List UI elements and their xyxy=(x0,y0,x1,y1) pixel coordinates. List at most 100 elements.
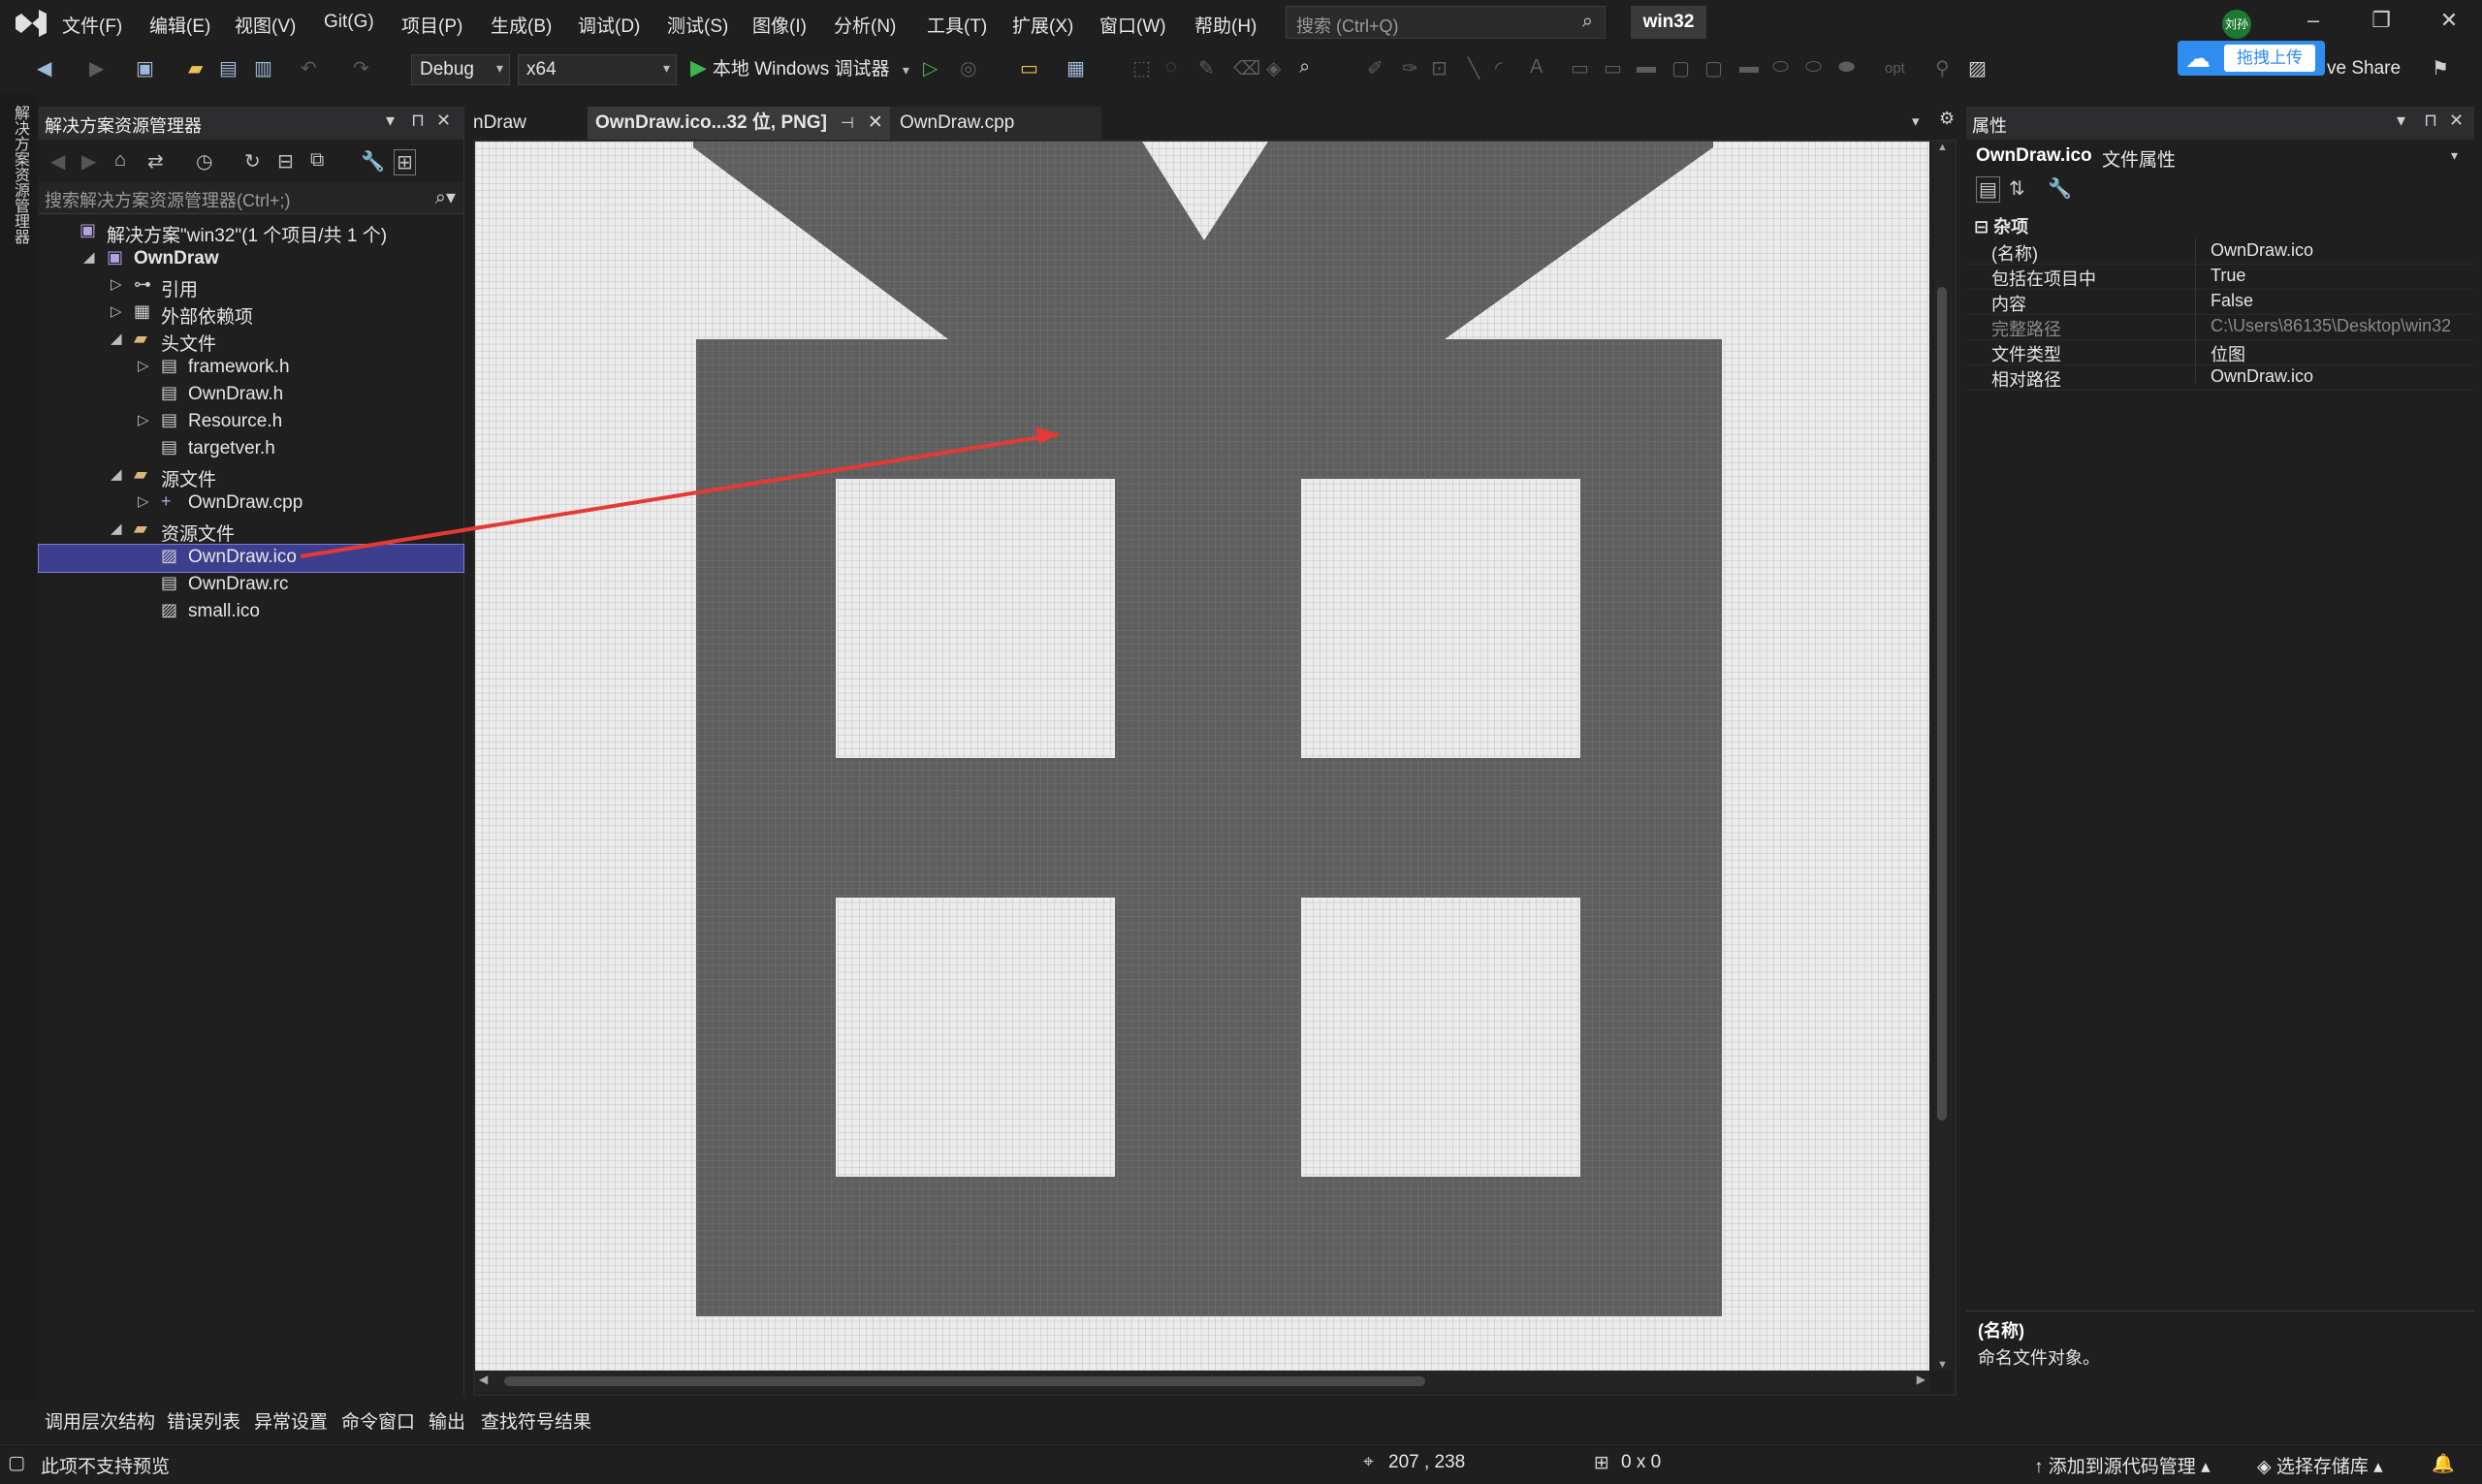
expanded-arrow-icon[interactable]: ◢ xyxy=(83,248,95,266)
solution-search-input[interactable]: 搜索解决方案资源管理器(Ctrl+;) ⌕▾ xyxy=(39,182,463,214)
avatar[interactable]: 刘孙 xyxy=(2222,10,2251,39)
property-row[interactable]: 相对路径 OwnDraw.ico xyxy=(1966,364,2474,391)
text-tool-icon[interactable]: A xyxy=(1530,56,1543,79)
image-properties-icon[interactable]: ▨ xyxy=(1968,56,1987,80)
property-value[interactable]: OwnDraw.ico xyxy=(2211,366,2472,387)
close-icon[interactable]: ✕ xyxy=(868,112,883,133)
new-project-icon[interactable]: ▣ xyxy=(136,56,154,80)
property-row[interactable]: 包括在项目中 True xyxy=(1966,264,2474,290)
visual-studio-logo-icon[interactable] xyxy=(14,8,48,39)
pin-icon[interactable]: ⊣ xyxy=(841,115,854,132)
ellipse-icon[interactable]: ⬭ xyxy=(1772,56,1789,79)
hot-reload-icon[interactable]: ◎ xyxy=(960,56,976,80)
live-share-button[interactable]: ve Share xyxy=(2327,58,2401,79)
gear-icon[interactable]: ⚙ xyxy=(1939,109,1955,129)
tree-item[interactable]: ◢ ▰ 头文件 xyxy=(39,328,463,355)
property-row[interactable]: (名称) OwnDraw.ico xyxy=(1966,238,2474,265)
scroll-left-icon[interactable]: ◀ xyxy=(479,1373,488,1386)
chevron-down-icon[interactable]: ▾ xyxy=(2397,111,2405,131)
tab-owndraw-cpp[interactable]: OwnDraw.cpp xyxy=(890,107,1101,140)
tree-item[interactable]: ▤ targetver.h xyxy=(39,436,463,463)
start-debugging-button[interactable]: ▶ 本地 Windows 调试器 ▾ xyxy=(690,54,909,80)
menu-item[interactable]: 图像(I) xyxy=(752,12,807,38)
properties-object-selector[interactable]: OwnDraw.ico 文件属性 ▾ xyxy=(1966,142,2474,171)
expanded-arrow-icon[interactable]: ◢ xyxy=(111,330,122,347)
collapsed-arrow-icon[interactable]: ▷ xyxy=(111,302,122,320)
menu-item[interactable]: Git(G) xyxy=(324,12,374,33)
tab-output[interactable]: 输出 xyxy=(429,1407,465,1434)
save-all-icon[interactable]: ▥ xyxy=(254,56,272,80)
pen-icon[interactable]: ✐ xyxy=(1367,56,1384,80)
upload-button[interactable]: ☁ 拖拽上传 xyxy=(2178,41,2325,76)
tree-item[interactable]: ◢ ▣ OwnDraw xyxy=(39,246,463,273)
tab-owndraw-ico[interactable]: OwnDraw.ico...32 位, PNG] ⊣ ✕ xyxy=(588,107,893,140)
filled-ellipse-icon[interactable]: ⬭ xyxy=(1805,56,1822,79)
menu-item[interactable]: 扩展(X) xyxy=(1012,12,1073,38)
tree-item[interactable]: ▨ OwnDraw.ico xyxy=(38,544,464,573)
scroll-down-icon[interactable]: ▼ xyxy=(1937,1359,1948,1371)
property-value[interactable]: OwnDraw.ico xyxy=(2211,240,2472,261)
tree-item[interactable]: ▷ ⊶ 引用 xyxy=(39,273,463,300)
property-value[interactable]: True xyxy=(2211,266,2472,286)
solution-name-badge[interactable]: win32 xyxy=(1631,6,1706,39)
start-without-debug-icon[interactable]: ▷ xyxy=(923,56,938,80)
collapsed-arrow-icon[interactable]: ▷ xyxy=(138,411,149,428)
collapse-icon[interactable]: ⊟ xyxy=(1974,217,1993,237)
close-window-icon[interactable]: ✕ xyxy=(2430,8,2468,33)
zoom-icon[interactable]: ⌕ xyxy=(1299,56,1310,79)
notifications-icon[interactable]: 🔔 xyxy=(2432,1452,2455,1475)
tab-exception-settings[interactable]: 异常设置 xyxy=(254,1407,328,1434)
filled-round-rectangle-icon[interactable]: ▢ xyxy=(1704,56,1723,80)
tab-owndraw-h[interactable]: nDraw xyxy=(473,107,588,140)
collapsed-arrow-icon[interactable]: ▷ xyxy=(111,275,122,293)
tree-item[interactable]: ▣ 解决方案"win32"(1 个项目/共 1 个) xyxy=(39,219,463,246)
platform-dropdown[interactable]: x64 ▾ xyxy=(518,54,677,85)
alphabetical-icon[interactable]: ⇅ xyxy=(2009,176,2025,201)
eyedropper-icon[interactable]: ⚲ xyxy=(1935,56,1950,80)
airbrush-icon[interactable]: ⊡ xyxy=(1431,56,1448,80)
preview-icon[interactable]: ⊞ xyxy=(394,149,416,175)
categorized-icon[interactable]: ▤ xyxy=(1976,176,2000,203)
redo-icon[interactable]: ↷ xyxy=(353,56,369,80)
repository-button[interactable]: ◈ 选择存储库 ▴ xyxy=(2257,1452,2383,1478)
tree-item[interactable]: ▷ ▦ 外部依赖项 xyxy=(39,300,463,328)
lasso-icon[interactable]: ◌ xyxy=(1165,56,1177,79)
scroll-right-icon[interactable]: ▶ xyxy=(1917,1373,1925,1386)
feedback-icon[interactable]: ⚑ xyxy=(2432,56,2449,80)
rectangle-icon[interactable]: ▭ xyxy=(1571,56,1589,80)
config-dropdown[interactable]: Debug ▾ xyxy=(411,54,510,85)
menu-item[interactable]: 分析(N) xyxy=(834,12,896,38)
collapsed-arrow-icon[interactable]: ▷ xyxy=(138,492,149,510)
solid-round-rectangle-icon[interactable]: ▬ xyxy=(1739,56,1759,79)
tree-item[interactable]: ▷ ▤ Resource.h xyxy=(39,409,463,436)
show-all-files-icon[interactable]: ⧉ xyxy=(310,149,324,172)
window-layout-icon[interactable]: ▦ xyxy=(1066,56,1085,80)
scroll-up-icon[interactable]: ▲ xyxy=(1937,142,1948,153)
menu-item[interactable]: 项目(P) xyxy=(401,12,462,38)
undo-icon[interactable]: ↶ xyxy=(301,56,317,80)
back-icon[interactable]: ◀ xyxy=(37,56,51,80)
fill-icon[interactable]: ◈ xyxy=(1266,56,1281,80)
close-icon[interactable]: ✕ xyxy=(2449,111,2464,131)
menu-item[interactable]: 编辑(E) xyxy=(149,12,210,38)
pin-icon[interactable]: ⊓ xyxy=(2424,111,2437,131)
save-icon[interactable]: ▤ xyxy=(219,56,238,80)
menu-item[interactable]: 调试(D) xyxy=(578,12,640,38)
opt-button[interactable]: opt xyxy=(1885,60,1905,77)
eraser-icon[interactable]: ⌫ xyxy=(1233,56,1260,80)
collapsed-arrow-icon[interactable]: ▷ xyxy=(138,357,149,374)
property-category[interactable]: ⊟ 杂项 xyxy=(1966,211,2474,237)
menu-item[interactable]: 文件(F) xyxy=(62,12,122,38)
property-row[interactable]: 文件类型 位图 xyxy=(1966,339,2474,365)
pencil-tool-icon[interactable]: ✎ xyxy=(1198,56,1215,80)
tree-item[interactable]: ▷ ▤ framework.h xyxy=(39,355,463,382)
forward-icon[interactable]: ▶ xyxy=(89,56,104,80)
tab-command-window[interactable]: 命令窗口 xyxy=(341,1407,415,1434)
expanded-arrow-icon[interactable]: ◢ xyxy=(111,465,122,483)
tree-item[interactable]: ▤ OwnDraw.rc xyxy=(39,572,463,599)
restore-icon[interactable]: ❐ xyxy=(2362,8,2401,33)
property-row[interactable]: 内容 False xyxy=(1966,289,2474,315)
refresh-icon[interactable]: ↻ xyxy=(244,149,261,174)
icon-canvas[interactable] xyxy=(475,142,1929,1371)
forward-icon[interactable]: ▶ xyxy=(81,149,96,174)
